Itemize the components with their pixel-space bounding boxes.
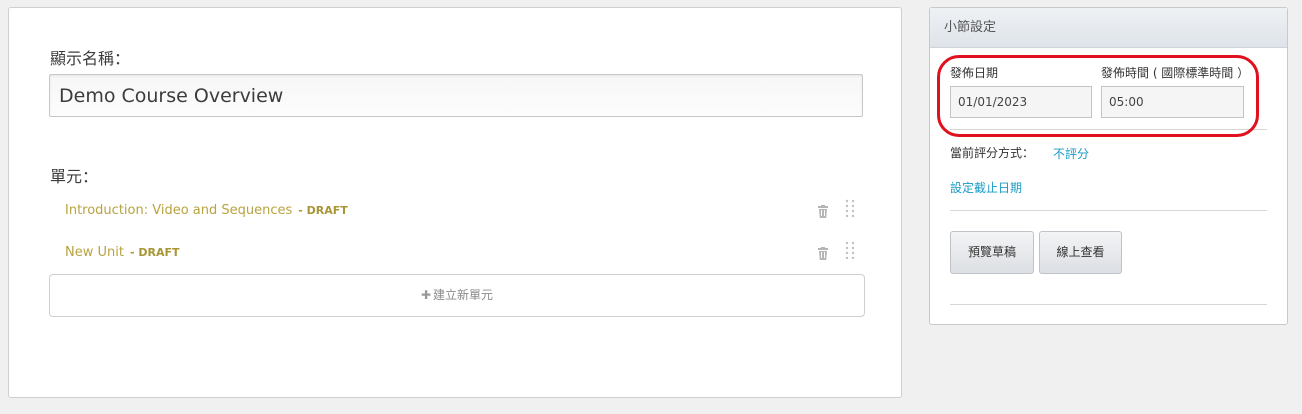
unit-row[interactable]: Introduction: Video and Sequences - DRAFT [49, 194, 865, 228]
unit-title[interactable]: New Unit [65, 245, 124, 260]
unit-status-badge: - DRAFT [298, 204, 348, 217]
divider [950, 210, 1267, 211]
set-due-date-link[interactable]: 設定截止日期 [950, 179, 1022, 196]
unit-title-link[interactable]: New Unit - DRAFT [65, 245, 179, 260]
drag-handle-icon[interactable] [845, 199, 855, 217]
display-name-input[interactable] [49, 74, 863, 117]
drag-handle-icon[interactable] [845, 241, 855, 259]
new-unit-button[interactable]: ✚ 建立新單元 [49, 274, 865, 317]
new-unit-label: 建立新單元 [433, 288, 494, 302]
preview-draft-button[interactable]: 預覽草稿 [950, 231, 1034, 274]
unit-title-link[interactable]: Introduction: Video and Sequences - DRAFT [65, 203, 348, 218]
unit-row[interactable]: New Unit - DRAFT [49, 236, 865, 270]
section-editor-card: 顯示名稱： 單元： Introduction: Video and Sequen… [8, 7, 902, 398]
divider [950, 304, 1267, 305]
release-time-label: 發佈時間 ( 國際標準時間 ） [1101, 66, 1250, 80]
display-name-label: 顯示名稱： [50, 49, 131, 68]
grading-type-link[interactable]: 不評分 [1053, 145, 1089, 162]
view-live-button[interactable]: 線上查看 [1039, 231, 1122, 274]
grading-label: 當前評分方式： [950, 146, 1035, 160]
unit-title[interactable]: Introduction: Video and Sequences [65, 203, 292, 218]
section-settings-title: 小節設定 [930, 8, 1287, 48]
trash-icon[interactable] [817, 247, 829, 260]
divider [950, 129, 1267, 130]
trash-icon[interactable] [817, 205, 829, 218]
plus-icon: ✚ [420, 288, 432, 302]
units-label: 單元： [50, 167, 99, 186]
release-date-label: 發佈日期 [950, 66, 999, 80]
unit-status-badge: - DRAFT [129, 246, 180, 259]
release-time-input[interactable] [1101, 86, 1244, 118]
release-date-input[interactable] [950, 86, 1092, 118]
section-settings-card: 小節設定 發佈日期 發佈時間 ( 國際標準時間 ） 當前評分方式： 不評分 設定… [929, 7, 1288, 325]
